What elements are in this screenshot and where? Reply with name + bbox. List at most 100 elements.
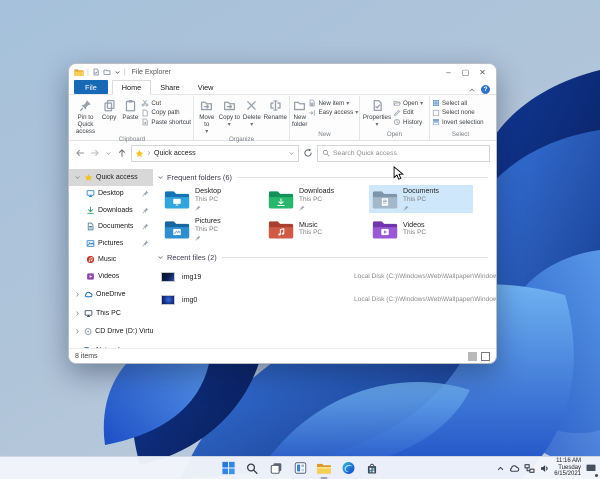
file-explorer-button[interactable] [316,460,333,479]
address-text: Quick access [154,149,196,157]
paste-button[interactable]: Paste [120,96,140,121]
sidebar-item-pictures[interactable]: Pictures [69,235,153,252]
network-icon[interactable] [524,463,535,474]
close-button[interactable]: ✕ [474,65,491,79]
folder-tile-downloads[interactable]: Downloads This PC [265,185,369,213]
copy-button[interactable]: Copy [99,96,119,121]
address-dropdown-icon[interactable] [288,150,295,157]
address-bar[interactable]: Quick access [131,144,299,162]
video-icon [86,272,95,281]
qat-new-folder-icon[interactable] [103,68,111,76]
cut-icon [141,99,149,107]
new-item-button[interactable]: New item ▾ [308,99,358,107]
ribbon-tabs: File Home Share View ? [69,80,496,95]
store-button[interactable] [364,460,381,477]
copy-path-button[interactable]: Copy path [141,109,191,117]
file-explorer-window: | | File Explorer – ▢ ✕ File Home Share … [68,63,497,364]
up-button[interactable] [117,148,127,158]
folder-tile-pictures[interactable]: Pictures This PC [161,215,265,243]
edit-icon [393,109,401,117]
frequent-folders-header[interactable]: Frequent folders (6) [157,173,488,182]
details-view-button[interactable] [468,351,477,361]
task-view-button[interactable] [268,460,285,477]
notifications-icon [585,462,597,474]
select-all-button[interactable]: Select all [432,99,484,107]
select-none-button[interactable]: Select none [432,109,484,117]
open-button[interactable]: Open ▾ [393,99,423,107]
search-button[interactable] [244,460,261,477]
paste-shortcut-button[interactable]: Paste shortcut [141,118,191,126]
move-to-button[interactable]: Move to ▾ [196,96,218,135]
taskbar: 11:16 AM Tuesday 6/15/2021 [0,456,600,479]
sidebar-item-cd-drive[interactable]: CD Drive (D:) Virtual [69,324,153,341]
group-label-open: Open [386,131,403,138]
qat-customize-dropdown-icon[interactable] [114,69,121,76]
back-button[interactable] [75,148,85,158]
search-input[interactable] [333,149,485,157]
chevron-right-icon[interactable] [74,328,81,335]
recent-files-header[interactable]: Recent files (2) [157,253,488,262]
clock[interactable]: 11:16 AM Tuesday 6/15/2021 [554,458,581,479]
folder-tile-desktop[interactable]: Desktop This PC [161,185,265,213]
start-button[interactable] [220,460,237,477]
chevron-down-icon[interactable] [74,174,81,181]
widgets-button[interactable] [292,460,309,477]
cloud-icon [84,290,93,299]
collapse-chevron-icon[interactable] [157,174,164,181]
volume-icon[interactable] [539,463,550,474]
frequent-folders-grid: Desktop This PC Downloads This PC Docume… [161,185,488,243]
navigation-bar: Quick access [69,141,496,165]
sidebar-item-downloads[interactable]: Downloads [69,202,153,219]
large-icons-view-button[interactable] [481,351,490,361]
rename-button[interactable]: Rename [264,96,287,121]
help-button[interactable]: ? [481,85,490,94]
new-folder-button[interactable]: New folder [292,96,307,128]
tray-date: 6/15/2021 [554,471,581,478]
sidebar-item-desktop[interactable]: Desktop [69,186,153,203]
sidebar-item-videos[interactable]: Videos [69,268,153,285]
notifications-button[interactable] [585,459,599,478]
tab-file[interactable]: File [74,80,108,94]
copy-to-button[interactable]: Copy to ▾ [219,96,241,128]
chevron-right-icon[interactable] [74,291,81,298]
sidebar-item-music[interactable]: Music [69,252,153,269]
recent-locations-dropdown-icon[interactable] [105,150,112,157]
folder-tile-documents[interactable]: Documents This PC [369,185,473,213]
qat-properties-icon[interactable] [92,68,100,76]
search-box[interactable] [317,144,490,162]
music-icon [86,255,95,264]
onedrive-icon[interactable] [509,463,520,474]
documents-folder-icon [372,189,398,210]
minimize-ribbon-icon[interactable] [468,86,476,94]
cut-button[interactable]: Cut [141,99,191,107]
tab-view[interactable]: View [189,81,223,94]
pin-to-quick-access-button[interactable]: Pin to Quick access [73,96,98,135]
delete-button[interactable]: Delete ▾ [241,96,263,128]
refresh-button[interactable] [303,148,313,158]
chevron-right-icon[interactable] [74,310,81,317]
sidebar-item-quick-access[interactable]: Quick access [69,169,153,186]
minimize-button[interactable]: – [440,65,457,79]
sidebar-item-onedrive[interactable]: OneDrive [69,287,153,304]
tab-share[interactable]: Share [151,81,188,94]
sidebar-item-documents[interactable]: Documents [69,219,153,236]
desktop-folder-icon [164,189,190,210]
collapse-chevron-icon[interactable] [157,254,164,261]
titlebar[interactable]: | | File Explorer – ▢ ✕ [69,64,496,80]
tab-home[interactable]: Home [111,80,152,95]
sidebar-item-this-pc[interactable]: This PC [69,305,153,322]
edge-button[interactable] [340,460,357,477]
recent-file-row[interactable]: img19 Local Disk (C:)\Windows\Web\Wallpa… [161,265,496,288]
edit-button[interactable]: Edit [393,109,423,117]
recent-file-row[interactable]: img0 Local Disk (C:)\Windows\Web\Wallpap… [161,288,496,311]
history-button[interactable]: History [393,118,423,126]
paste-shortcut-icon [141,118,149,126]
easy-access-button[interactable]: Easy access ▾ [308,109,358,117]
invert-selection-button[interactable]: Invert selection [432,118,484,126]
properties-button[interactable]: Properties ▾ [362,96,392,128]
maximize-button[interactable]: ▢ [457,65,474,79]
folder-tile-music[interactable]: Music This PC [265,215,369,243]
chevron-up-icon[interactable] [496,464,505,473]
folder-tile-videos[interactable]: Videos This PC [369,215,473,243]
forward-button[interactable] [90,148,100,158]
